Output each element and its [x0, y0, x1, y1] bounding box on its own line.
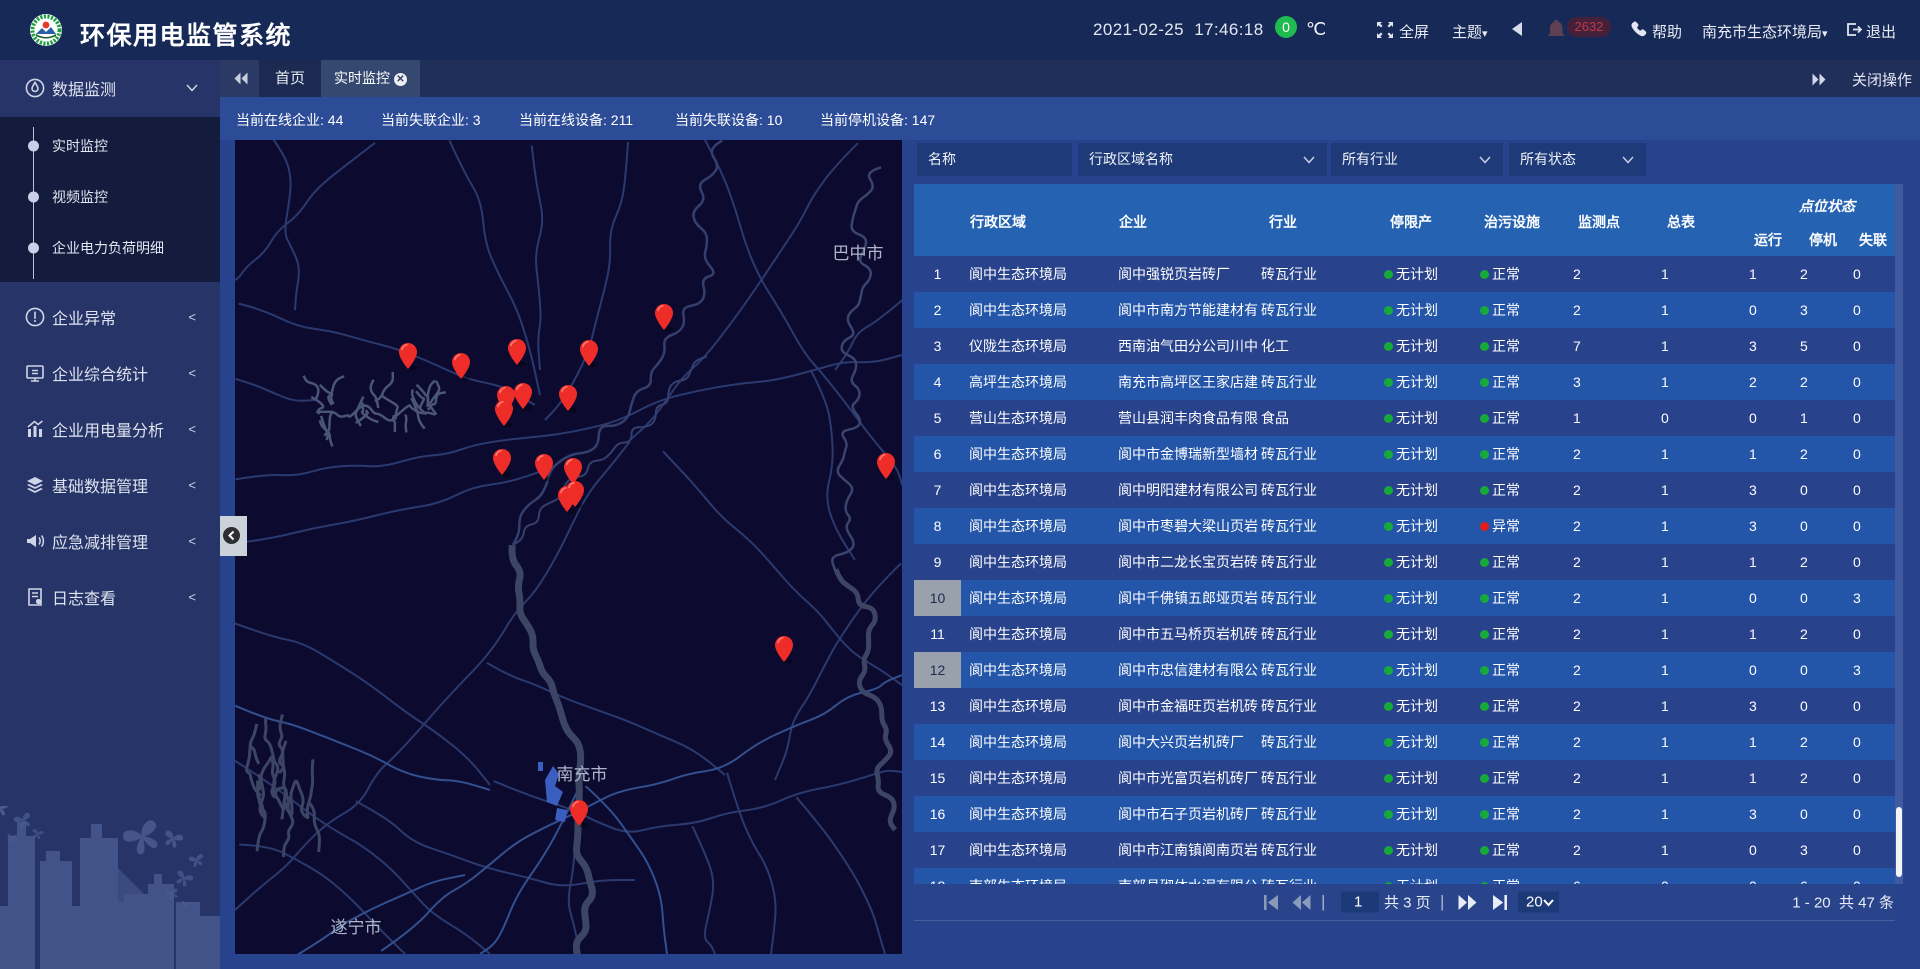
svg-text:南充市: 南充市 [557, 765, 608, 784]
svg-text:巴中市: 巴中市 [833, 244, 884, 263]
svg-text:遂宁市: 遂宁市 [331, 918, 382, 937]
